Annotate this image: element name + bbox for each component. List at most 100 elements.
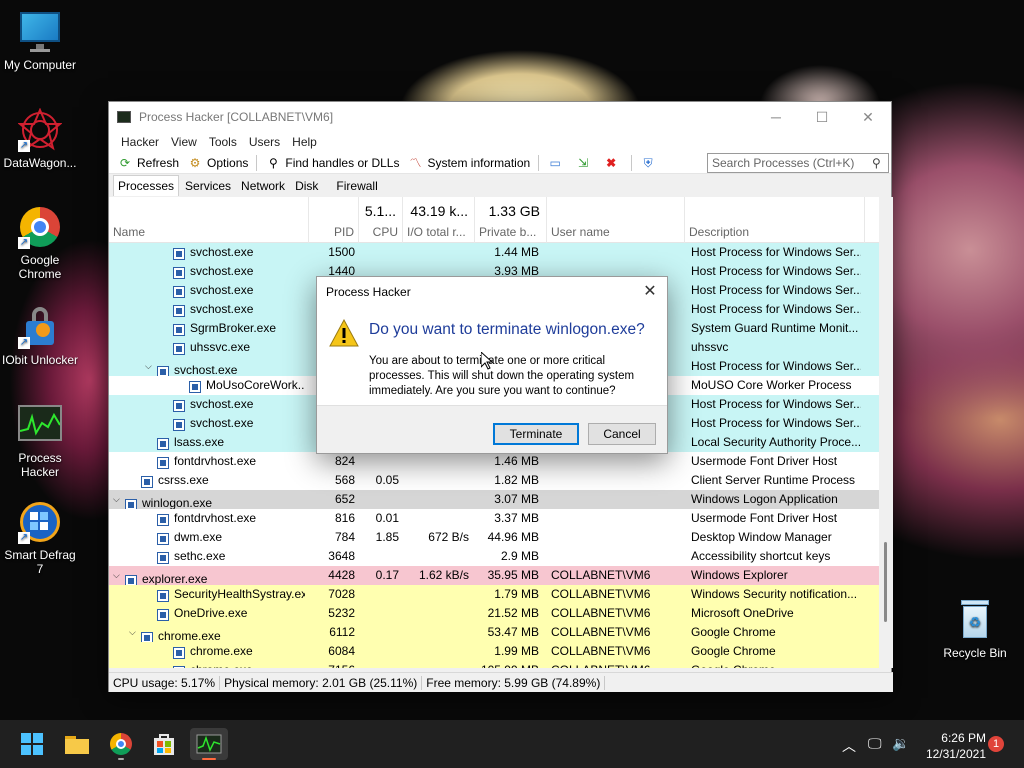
process-name-cell: dwm.exe <box>109 530 305 545</box>
terminate-button[interactable]: ✖ <box>599 153 627 173</box>
process-pid: 568 <box>334 473 355 487</box>
admin-shield-button[interactable]: ⛨ <box>636 153 664 173</box>
process-private-bytes: 44.96 MB <box>487 530 539 544</box>
options-label: Options <box>207 155 249 170</box>
maximize-button[interactable]: ☐ <box>799 102 845 132</box>
start-button[interactable] <box>16 728 48 760</box>
desktop-icon-iobit-unlocker[interactable]: ↗ IObit Unlocker <box>0 305 80 367</box>
column-user-name[interactable]: User name <box>547 197 685 243</box>
system-information-button[interactable]: 〽 System information <box>403 153 534 173</box>
process-name-cell: SecurityHealthSystray.exe <box>109 587 305 602</box>
process-row[interactable]: ⌵ winlogon.exe 652 3.07 MB Windows Logon App… <box>109 490 879 511</box>
process-name-cell: svchost.exe <box>109 245 305 260</box>
tab-processes[interactable]: Processes <box>113 175 180 196</box>
taskbar-chrome[interactable] <box>105 728 137 760</box>
search-input[interactable]: Search Processes (Ctrl+K) ⚲ <box>707 152 889 173</box>
process-name-cell: svchost.exe <box>109 283 305 298</box>
network-icon[interactable]: 🖵 <box>868 735 882 752</box>
terminate-confirm-button[interactable]: Terminate <box>493 423 579 445</box>
dialog-title: Process Hacker <box>326 285 411 299</box>
window-icon-button[interactable]: ▭ <box>543 153 571 173</box>
taskbar-file-explorer[interactable] <box>61 728 93 760</box>
taskbar-store[interactable] <box>148 728 180 760</box>
process-description: Host Process for Windows Ser... <box>691 359 861 373</box>
expand-chevron-icon[interactable]: ⌵ <box>113 492 125 507</box>
tab-strip: Processes Services Network Disk Firewall <box>109 174 891 196</box>
expand-chevron-icon[interactable]: ⌵ <box>145 359 157 374</box>
process-row[interactable]: dwm.exe 784 1.85 672 B/s 44.96 MB Desktop Win… <box>109 528 879 547</box>
options-button[interactable]: ⚙ Options <box>183 153 252 173</box>
scrollbar-thumb[interactable] <box>884 542 887 622</box>
desktop-icon-smart-defrag[interactable]: ↗ Smart Defrag 7 <box>0 500 80 576</box>
column-pid[interactable]: PID <box>309 197 359 243</box>
process-icon <box>157 438 169 450</box>
clock[interactable]: 6:26 PM 12/31/2021 <box>920 730 986 762</box>
process-name-cell: chrome.exe <box>109 644 305 659</box>
process-private-bytes: 3.07 MB <box>494 492 539 506</box>
desktop-icon-datawagon[interactable]: ↗ DataWagon... <box>0 107 80 170</box>
desktop-icon-my-computer[interactable]: My Computer <box>0 10 80 72</box>
tab-disk[interactable]: Disk <box>291 176 322 196</box>
process-description: Host Process for Windows Ser... <box>691 397 861 411</box>
cancel-button[interactable]: Cancel <box>588 423 656 445</box>
process-row[interactable]: chrome.exe 7156 105.99 MB COLLABNET\VM6 Goog… <box>109 661 879 668</box>
process-name: fontdrvhost.exe <box>174 511 257 525</box>
process-icon <box>173 343 185 355</box>
process-name: svchost.exe <box>190 264 254 278</box>
desktop-icon-recycle-bin[interactable]: ♻ Recycle Bin <box>935 598 1015 660</box>
desktop-icon-label: My Computer <box>3 58 77 72</box>
toolbar: ⟳ Refresh ⚙ Options ⚲ Find handles or DL… <box>109 152 891 174</box>
close-button[interactable]: ✕ <box>845 102 891 132</box>
title-bar[interactable]: Process Hacker [COLLABNET\VM6] ─ ☐ ✕ <box>109 102 891 132</box>
notification-badge[interactable]: 1 <box>988 736 1004 752</box>
column-cpu-label: CPU <box>372 225 398 239</box>
volume-icon[interactable]: 🔉 <box>892 735 909 752</box>
process-row[interactable]: ⌵ explorer.exe 4428 0.17 1.62 kB/s 35.95 MB CO… <box>109 566 879 587</box>
process-row[interactable]: fontdrvhost.exe 816 0.01 3.37 MB Usermode Fo… <box>109 509 879 528</box>
process-row[interactable]: chrome.exe 6084 1.99 MB COLLABNET\VM6 Google… <box>109 642 879 661</box>
expand-chevron-icon[interactable]: ⌵ <box>113 568 125 583</box>
menu-users[interactable]: Users <box>243 135 286 149</box>
desktop-icon-process-hacker[interactable]: Process Hacker <box>0 403 80 479</box>
refresh-button[interactable]: ⟳ Refresh <box>113 153 183 173</box>
process-icon <box>173 267 185 279</box>
process-hacker-icon <box>196 734 222 754</box>
menu-tools[interactable]: Tools <box>203 135 243 149</box>
process-user: COLLABNET\VM6 <box>551 587 651 601</box>
process-row[interactable]: csrss.exe 568 0.05 1.82 MB Client Server Run… <box>109 471 879 490</box>
process-row[interactable]: OneDrive.exe 5232 21.52 MB COLLABNET\VM6 Mic… <box>109 604 879 623</box>
dialog-close-button[interactable]: ✕ <box>639 281 661 303</box>
tab-services[interactable]: Services <box>181 176 235 196</box>
tab-network[interactable]: Network <box>237 176 289 196</box>
go-to-window-button[interactable]: ⇲ <box>571 153 599 173</box>
process-pid: 1500 <box>328 245 355 259</box>
process-icon <box>157 552 169 564</box>
process-name-cell: svchost.exe <box>109 397 305 412</box>
column-cpu[interactable]: 5.1... CPU <box>359 197 403 243</box>
desktop-icon-google-chrome[interactable]: ↗ Google Chrome <box>0 205 80 281</box>
column-io[interactable]: 43.19 k... I/O total r... <box>403 197 475 243</box>
cpu-total: 5.1... <box>364 203 396 219</box>
vertical-scrollbar[interactable] <box>879 197 893 668</box>
process-row[interactable]: ⌵ chrome.exe 6112 53.47 MB COLLABNET\VM6 Goog… <box>109 623 879 644</box>
column-description[interactable]: Description <box>685 197 865 243</box>
process-user: COLLABNET\VM6 <box>551 568 651 582</box>
find-handles-button[interactable]: ⚲ Find handles or DLLs <box>261 153 403 173</box>
process-name: svchost.exe <box>190 416 254 430</box>
column-name[interactable]: Name <box>109 197 309 243</box>
expand-chevron-icon[interactable]: ⌵ <box>129 625 141 640</box>
menu-view[interactable]: View <box>165 135 203 149</box>
column-private-bytes[interactable]: 1.33 GB Private b... <box>475 197 547 243</box>
process-name-cell: MoUsoCoreWork... <box>109 378 305 393</box>
process-row[interactable]: sethc.exe 3648 2.9 MB Accessibility shortcu… <box>109 547 879 566</box>
tab-firewall[interactable]: Firewall <box>332 176 381 196</box>
process-row[interactable]: SecurityHealthSystray.exe 7028 1.79 MB COLL… <box>109 585 879 604</box>
status-cpu-usage: CPU usage: 5.17% <box>109 675 221 690</box>
menu-hacker[interactable]: Hacker <box>115 135 165 149</box>
process-row[interactable]: svchost.exe 1500 1.44 MB Host Process for W… <box>109 243 879 262</box>
menu-help[interactable]: Help <box>286 135 323 149</box>
process-row[interactable]: fontdrvhost.exe 824 1.46 MB Usermode Font D… <box>109 452 879 471</box>
taskbar-process-hacker[interactable] <box>190 728 228 760</box>
minimize-button[interactable]: ─ <box>753 102 799 132</box>
show-hidden-icons-button[interactable]: ︿ <box>842 736 856 756</box>
